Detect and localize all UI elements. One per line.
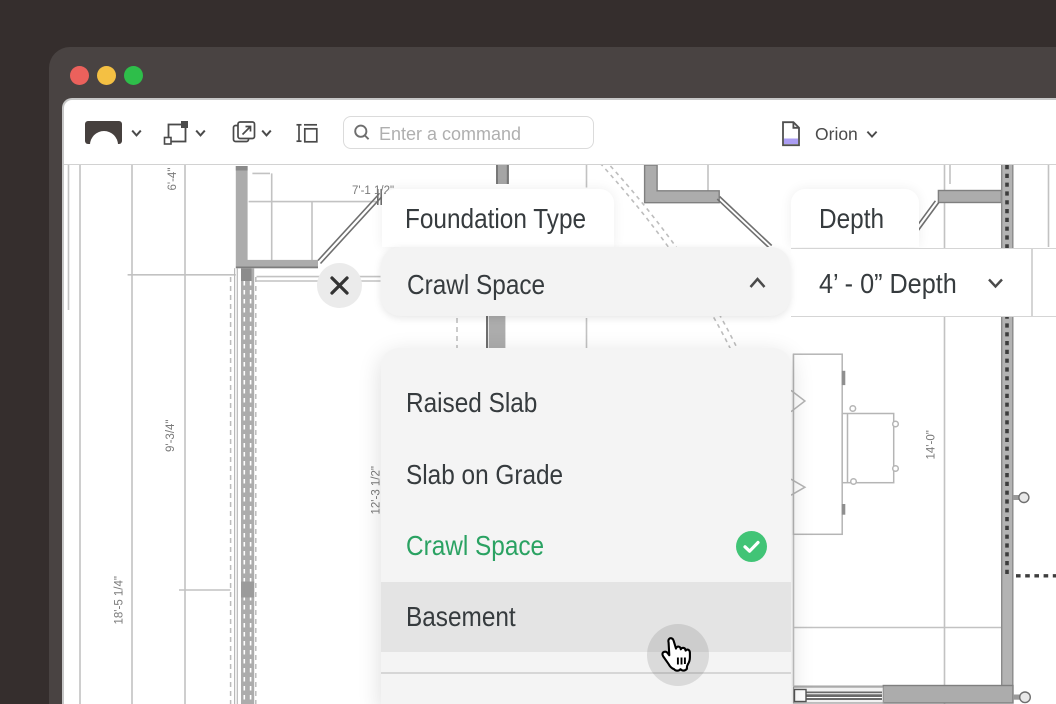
svg-text:9'-3/4": 9'-3/4": [165, 420, 177, 453]
svg-text:6'-4": 6'-4": [167, 168, 179, 191]
svg-text:14'-0": 14'-0": [926, 430, 938, 459]
svg-text:18'-5 1/4": 18'-5 1/4": [114, 576, 126, 624]
